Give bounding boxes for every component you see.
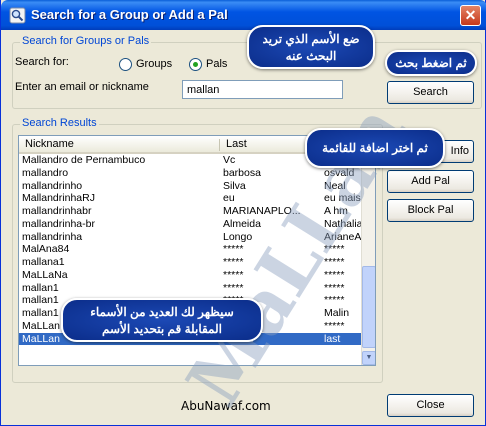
- table-cell: MalAna84: [22, 243, 70, 256]
- search-for-label: Search for:: [15, 56, 69, 68]
- callout-choose-add: ثم اختر اضافة للقائمة: [305, 128, 445, 168]
- search-group-label: Search for Groups or Pals: [20, 35, 152, 47]
- table-cell: *****: [324, 281, 345, 294]
- search-input[interactable]: [182, 80, 343, 99]
- table-cell: Mallandro de Pernambuco: [22, 154, 146, 166]
- table-cell: MaLLaNa: [22, 268, 68, 281]
- column-last[interactable]: Last: [226, 138, 247, 150]
- close-button[interactable]: Close: [387, 394, 474, 417]
- groups-radio-label[interactable]: Groups: [136, 58, 172, 70]
- scroll-down-icon[interactable]: ▼: [362, 351, 375, 365]
- table-cell: MallandrinhaRJ: [22, 192, 95, 205]
- column-nickname[interactable]: Nickname: [25, 138, 74, 150]
- table-cell: mallandro: [22, 166, 69, 179]
- table-cell: mallandrinhabr: [22, 205, 92, 217]
- results-group-label: Search Results: [20, 117, 99, 129]
- pals-radio-label[interactable]: Pals: [206, 58, 227, 70]
- callout-put-name: ضع الأسم الذي تريد البحث عنه: [247, 25, 375, 69]
- table-cell: mallan1: [22, 281, 59, 294]
- groups-radio[interactable]: [119, 58, 132, 71]
- add-pal-button[interactable]: Add Pal: [387, 170, 474, 193]
- table-cell: mallana1: [22, 256, 65, 268]
- table-cell: last: [324, 332, 341, 345]
- table-cell: mallandrinho: [22, 179, 83, 192]
- table-cell: mallandrinha-br: [22, 217, 95, 230]
- scroll-thumb[interactable]: [362, 266, 375, 348]
- table-cell: mallandrinha: [22, 230, 83, 243]
- column-divider[interactable]: [219, 139, 220, 151]
- close-icon[interactable]: ✕: [460, 5, 481, 26]
- window-title: Search for a Group or Add a Pal: [31, 7, 228, 22]
- block-pal-button[interactable]: Block Pal: [387, 199, 474, 222]
- table-cell: *****: [324, 319, 345, 332]
- search-button[interactable]: Search: [387, 81, 474, 104]
- pals-radio[interactable]: [189, 58, 202, 71]
- callout-many-names: سيظهر لك العديد من الأسماء المقابلة قم ب…: [61, 298, 263, 342]
- table-cell: *****: [324, 294, 345, 307]
- callout-press-search: ثم اضغط بحث: [385, 50, 477, 76]
- table-cell: Malin: [324, 307, 350, 319]
- dialog-window: Search for a Group or Add a Pal ✕ Search…: [0, 0, 486, 426]
- search-icon: [9, 7, 26, 24]
- email-nickname-label: Enter an email or nickname: [15, 81, 149, 93]
- title-bar[interactable]: Search for a Group or Add a Pal ✕: [1, 0, 486, 30]
